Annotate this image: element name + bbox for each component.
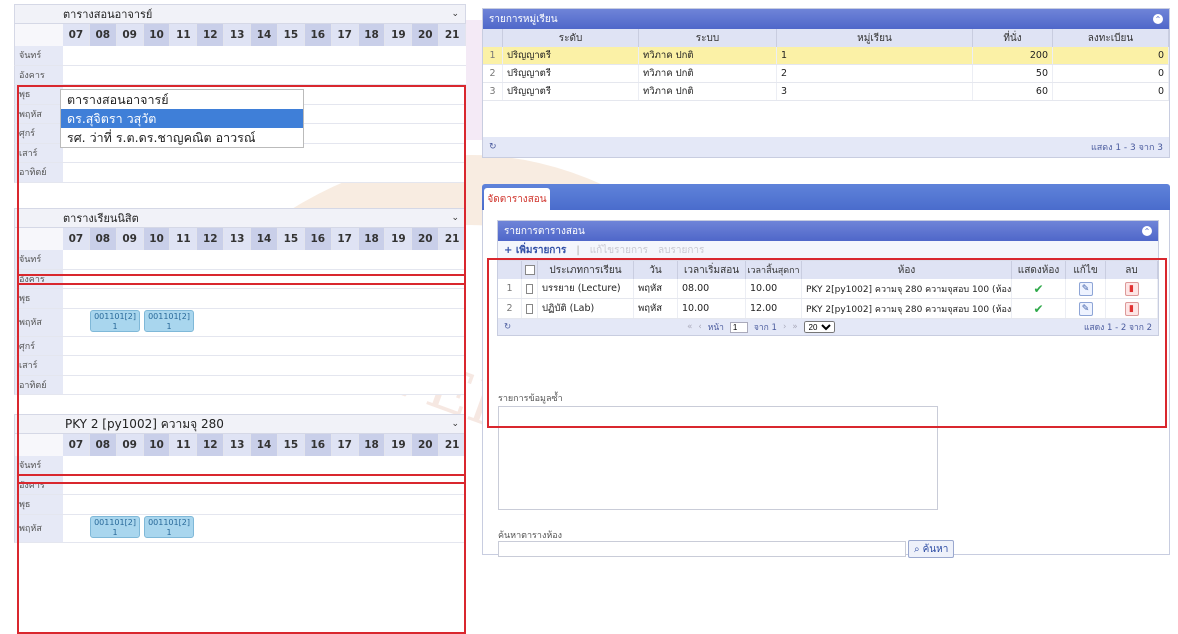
column-header[interactable]: ระดับ [503, 29, 639, 47]
sections-summary: แสดง 1 - 3 จาก 3 [1090, 143, 1163, 153]
hour-label: 11 [170, 24, 198, 46]
cell-registered: 0 [1053, 47, 1169, 64]
cell-section: 3 [777, 83, 973, 100]
row-number: 1 [483, 47, 503, 64]
cell-section: 2 [777, 65, 973, 82]
hour-label: 08 [89, 24, 117, 46]
annotation-box [17, 274, 466, 484]
column-header[interactable]: ระบบ [639, 29, 777, 47]
hour-label: 20 [412, 24, 440, 46]
table-row[interactable]: 2 ปริญญาตรี ทวิภาค ปกติ 2 50 0 [483, 65, 1169, 83]
hour-label: 19 [385, 24, 413, 46]
column-header[interactable]: ลงทะเบียน [1053, 29, 1169, 47]
hour-label: 07 [62, 24, 90, 46]
tab-bar: จัดตารางสอน [482, 184, 1170, 210]
cell-system: ทวิภาค ปกติ [639, 83, 777, 100]
hour-label: 21 [439, 24, 467, 46]
day-row: จันทร์ [14, 46, 466, 66]
day-label: อังคาร [15, 65, 63, 84]
room-search-input[interactable] [498, 541, 906, 557]
hour-label: 14 [251, 24, 278, 46]
annotation-box [17, 85, 466, 285]
refresh-icon[interactable]: ↻ [489, 142, 497, 152]
teaching-grid-title: รายการตารางสอน [504, 225, 585, 237]
cell-level: ปริญญาตรี [503, 83, 639, 100]
row-number: 3 [483, 83, 503, 100]
cell-system: ทวิภาค ปกติ [639, 47, 777, 64]
room-search-label: ค้นหาตารางห้อง [498, 531, 563, 541]
hour-label: 17 [331, 24, 359, 46]
chevron-down-icon[interactable]: ⌄ [451, 9, 459, 19]
hours-header: 07 08 09 10 11 12 13 14 15 16 17 18 19 2… [14, 24, 467, 46]
tab-schedule[interactable]: จัดตารางสอน [484, 188, 550, 210]
search-button[interactable]: ⌕ ค้นหา [908, 540, 955, 558]
search-button-label: ค้นหา [922, 543, 949, 555]
table-row[interactable]: 1 ปริญญาตรี ทวิภาค ปกติ 1 200 0 [483, 47, 1169, 65]
cell-level: ปริญญาตรี [503, 65, 639, 82]
add-item-button[interactable]: + เพิ่มรายการ [504, 243, 566, 258]
cell-system: ทวิภาค ปกติ [639, 65, 777, 82]
cell-seats: 50 [973, 65, 1053, 82]
cell-level: ปริญญาตรี [503, 47, 639, 64]
edit-item-button[interactable]: แก้ไขรายการ [590, 243, 648, 258]
annotation-box [487, 258, 1167, 428]
collapse-icon[interactable]: ⌃ [1153, 14, 1163, 24]
hour-label: 12 [197, 24, 225, 46]
cell-registered: 0 [1053, 83, 1169, 100]
annotation-box [17, 474, 466, 634]
day-row: อังคาร [14, 65, 466, 85]
day-label: จันทร์ [15, 46, 63, 65]
sections-grid: รายการหมู่เรียน ⌃ ระดับ ระบบ หมู่เรียน ท… [482, 8, 1170, 158]
hour-label: 18 [358, 24, 386, 46]
hour-label: 13 [224, 24, 252, 46]
teacher-schedule-title: ตารางสอนอาจารย์ [63, 8, 153, 21]
column-header[interactable]: ที่นั่ง [973, 29, 1053, 47]
hour-label: 16 [304, 24, 332, 46]
collapse-icon[interactable]: ⌃ [1142, 226, 1152, 236]
cell-seats: 200 [973, 47, 1053, 64]
sections-grid-header: ระดับ ระบบ หมู่เรียน ที่นั่ง ลงทะเบียน [483, 29, 1169, 47]
hour-label: 10 [143, 24, 171, 46]
table-row[interactable]: 3 ปริญญาตรี ทวิภาค ปกติ 3 60 0 [483, 83, 1169, 101]
delete-item-button[interactable]: ลบรายการ [658, 243, 704, 258]
sections-grid-footer: ↻ แสดง 1 - 3 จาก 3 [483, 137, 1169, 157]
cell-registered: 0 [1053, 65, 1169, 82]
column-header[interactable]: หมู่เรียน [777, 29, 973, 47]
cell-seats: 60 [973, 83, 1053, 100]
sections-grid-title: รายการหมู่เรียน [489, 13, 558, 25]
search-icon: ⌕ [914, 543, 920, 555]
hour-label: 09 [116, 24, 144, 46]
cell-section: 1 [777, 47, 973, 64]
hour-label: 15 [277, 24, 305, 46]
row-number: 2 [483, 65, 503, 82]
teacher-schedule-select[interactable]: ตารางสอนอาจารย์ ⌄ [14, 4, 466, 24]
